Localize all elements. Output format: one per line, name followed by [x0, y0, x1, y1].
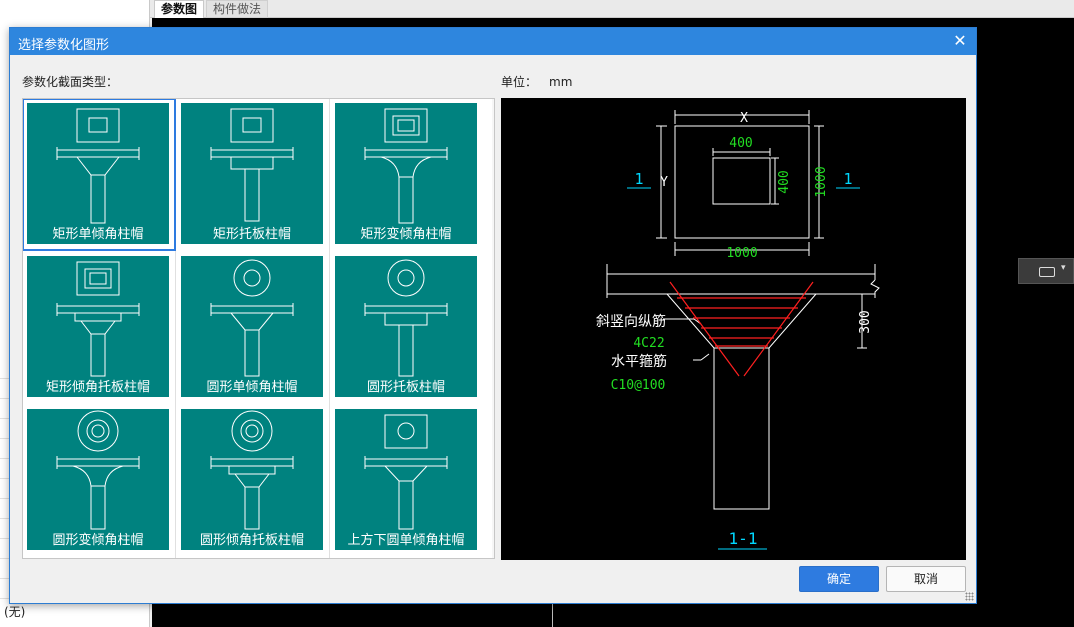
shape-gallery: 矩形单倾角柱帽 矩形托板柱帽 矩形变倾角柱帽 矩形倾角托板柱帽 圆形单倾角柱帽 …: [22, 98, 495, 559]
scroll-up-icon[interactable]: ▲: [492, 99, 494, 111]
dialog-title-bar[interactable]: 选择参数化图形 ✕: [10, 28, 976, 55]
resize-grip[interactable]: [965, 592, 974, 601]
shape-square-top-round-bottom[interactable]: 上方下圆单倾角柱帽: [331, 405, 483, 556]
shape-round-variable-slope[interactable]: 圆形变倾角柱帽: [23, 405, 175, 556]
shape-round-single-slope[interactable]: 圆形单倾角柱帽: [177, 252, 329, 403]
shape-label: 圆形托板柱帽: [366, 380, 445, 395]
shape-label: 圆形单倾角柱帽: [206, 380, 298, 395]
shape-tile[interactable]: 上方下圆单倾角柱帽: [335, 409, 477, 550]
shape-round-slope-drop-panel[interactable]: 圆形倾角托板柱帽: [177, 405, 329, 556]
gallery-scrollbar[interactable]: ▲ ▼: [492, 99, 494, 558]
section-title: 1-1: [729, 529, 758, 548]
dim-inner-height: 400: [777, 170, 792, 193]
shape-label: 圆形倾角托板柱帽: [199, 533, 304, 548]
dim-outer-width: 1000: [726, 246, 757, 261]
shape-tile[interactable]: 矩形单倾角柱帽: [27, 103, 169, 244]
shape-rect-variable-slope[interactable]: 矩形变倾角柱帽: [331, 99, 483, 250]
label-slant-rebar-spec: 4C22: [633, 336, 664, 351]
shape-round-drop-panel[interactable]: 圆形托板柱帽: [331, 252, 483, 403]
dim-height: 300: [858, 310, 873, 333]
label-slant-rebar: 斜竖向纵筋: [596, 313, 666, 330]
property-value-none: (无): [4, 605, 26, 619]
shape-label: 矩形变倾角柱帽: [360, 227, 452, 242]
shape-tile[interactable]: 圆形单倾角柱帽: [181, 256, 323, 397]
cancel-button[interactable]: 取消: [886, 566, 966, 592]
dim-y: Y: [660, 175, 668, 190]
shape-preview: X Y 400 400 1000 1000 1 1 斜竖向纵筋 4C22 水平箍…: [501, 98, 966, 560]
ok-button[interactable]: 确定: [799, 566, 879, 592]
canvas-divider: [552, 603, 553, 627]
section-mark-left: 1: [634, 170, 643, 188]
gallery-divider: [329, 99, 330, 558]
tab-parameter-drawing[interactable]: 参数图: [154, 0, 205, 18]
unit-label: 单位： mm: [501, 73, 572, 90]
dim-inner-width: 400: [729, 136, 752, 151]
shape-tile[interactable]: 圆形变倾角柱帽: [27, 409, 169, 550]
shape-rect-slope-drop-panel[interactable]: 矩形倾角托板柱帽: [23, 252, 175, 403]
document-tabs: 参数图 构件做法: [150, 0, 1074, 18]
dim-outer-height: 1000: [814, 166, 829, 197]
dialog-title: 选择参数化图形: [18, 38, 110, 53]
shape-label: 矩形托板柱帽: [212, 227, 291, 242]
chevron-down-icon[interactable]: ▾: [1061, 263, 1066, 273]
section-mark-right: 1: [843, 170, 852, 188]
shape-rect-drop-panel[interactable]: 矩形托板柱帽: [177, 99, 329, 250]
shape-label: 上方下圆单倾角柱帽: [347, 533, 465, 548]
tab-component-method[interactable]: 构件做法: [206, 0, 269, 18]
section-type-label: 参数化截面类型：: [22, 75, 119, 89]
unit-value: mm: [549, 75, 573, 89]
shape-tile[interactable]: 圆形倾角托板柱帽: [181, 409, 323, 550]
unit-caption: 单位：: [501, 75, 538, 89]
shape-tile[interactable]: 圆形托板柱帽: [335, 256, 477, 397]
gallery-divider: [175, 99, 176, 558]
keyboard-icon[interactable]: [1039, 267, 1055, 277]
shape-rect-single-slope[interactable]: 矩形单倾角柱帽: [23, 99, 176, 251]
floating-toolbar[interactable]: ▾: [1018, 258, 1074, 284]
dim-x: X: [740, 111, 748, 126]
shape-label: 圆形变倾角柱帽: [52, 533, 144, 548]
shape-label: 矩形单倾角柱帽: [52, 227, 144, 242]
scroll-down-icon[interactable]: ▼: [492, 546, 494, 558]
select-parametric-shape-dialog: 选择参数化图形 ✕ 参数化截面类型： 单位： mm 矩形单倾角柱帽 矩形托板柱帽…: [9, 27, 977, 604]
label-stirrup: 水平箍筋: [611, 353, 667, 370]
close-icon[interactable]: ✕: [950, 31, 970, 51]
shape-label: 矩形倾角托板柱帽: [45, 380, 150, 395]
shape-tile[interactable]: 矩形托板柱帽: [181, 103, 323, 244]
shape-tile[interactable]: 矩形变倾角柱帽: [335, 103, 477, 244]
label-stirrup-spec: C10@100: [611, 378, 666, 393]
shape-tile[interactable]: 矩形倾角托板柱帽: [27, 256, 169, 397]
